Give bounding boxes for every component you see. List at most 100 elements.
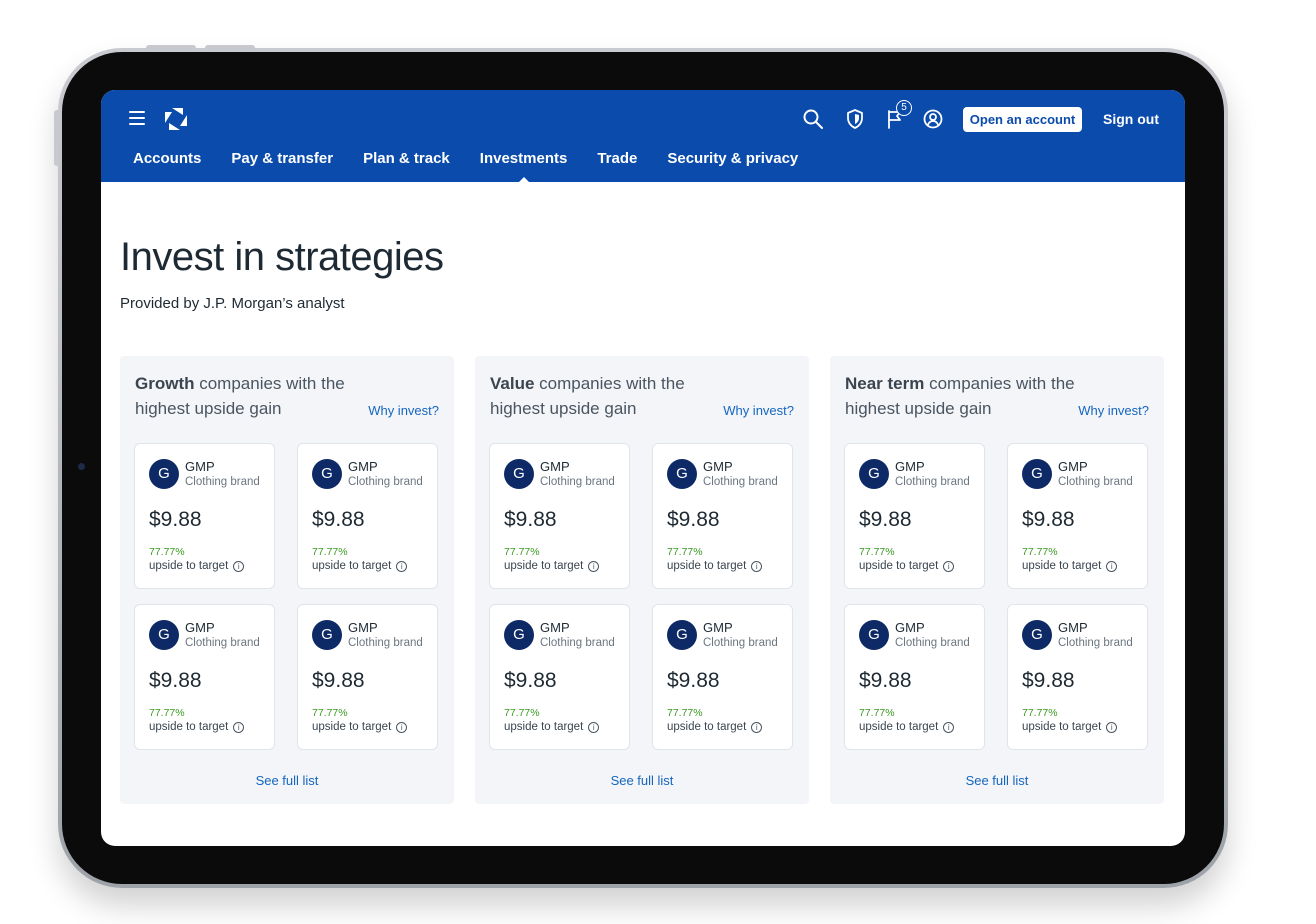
page-subtitle: Provided by J.P. Morgan’s analyst <box>120 295 345 312</box>
panel-heading: Growth companies with the highest upside… <box>135 371 365 421</box>
company-sector: Clothing brand <box>1058 637 1133 649</box>
stock-card[interactable]: G GMP Clothing brand $9.88 77.77% upside… <box>844 443 985 589</box>
company-sector: Clothing brand <box>1058 476 1133 488</box>
ticker-symbol: GMP <box>895 620 925 635</box>
bank-logo-icon[interactable] <box>164 107 188 131</box>
upside-percent: 77.77% <box>504 707 540 719</box>
upside-percent: 77.77% <box>859 546 895 558</box>
upside-label: upside to target <box>667 721 747 733</box>
upside-percent: 77.77% <box>149 707 185 719</box>
stock-card[interactable]: G GMP Clothing brand $9.88 77.77% upside… <box>844 604 985 750</box>
stock-price: $9.88 <box>504 669 557 692</box>
stock-card[interactable]: G GMP Clothing brand $9.88 77.77% upside… <box>1007 443 1148 589</box>
ticker-symbol: GMP <box>1058 620 1088 635</box>
stock-card[interactable]: G GMP Clothing brand $9.88 77.77% upside… <box>134 604 275 750</box>
stock-card[interactable]: G GMP Clothing brand $9.88 77.77% upside… <box>652 604 793 750</box>
stock-card[interactable]: G GMP Clothing brand $9.88 77.77% upside… <box>652 443 793 589</box>
hamburger-icon[interactable] <box>129 111 145 125</box>
stock-price: $9.88 <box>312 508 365 531</box>
stock-price: $9.88 <box>859 669 912 692</box>
ticker-symbol: GMP <box>348 459 378 474</box>
panel-heading: Value companies with the highest upside … <box>490 371 720 421</box>
upside-percent: 77.77% <box>859 707 895 719</box>
upside-label: upside to target <box>1022 721 1102 733</box>
company-sector: Clothing brand <box>185 637 260 649</box>
stock-price: $9.88 <box>667 508 720 531</box>
stock-card[interactable]: G GMP Clothing brand $9.88 77.77% upside… <box>297 604 438 750</box>
stock-price: $9.88 <box>667 669 720 692</box>
tablet-volume-button <box>146 45 196 50</box>
profile-icon[interactable] <box>921 107 945 131</box>
upside-label: upside to target <box>859 721 939 733</box>
stock-card[interactable]: G GMP Clothing brand $9.88 77.77% upside… <box>489 604 630 750</box>
company-sector: Clothing brand <box>703 476 778 488</box>
company-sector: Clothing brand <box>703 637 778 649</box>
upside-label-row: upside to target i <box>149 721 245 733</box>
open-account-button[interactable]: Open an account <box>963 107 1082 132</box>
upside-label-row: upside to target i <box>859 721 955 733</box>
shield-icon[interactable] <box>843 107 867 131</box>
top-navigation-bar: 5 Open an account Sign out Accounts Pay … <box>101 90 1185 182</box>
see-full-list-link[interactable]: See full list <box>120 773 454 788</box>
panel-heading-strong: Value <box>490 374 535 393</box>
stock-card[interactable]: G GMP Clothing brand $9.88 77.77% upside… <box>489 443 630 589</box>
company-avatar: G <box>312 620 342 650</box>
info-icon[interactable]: i <box>233 722 245 733</box>
company-avatar: G <box>149 459 179 489</box>
company-avatar: G <box>1022 459 1052 489</box>
company-sector: Clothing brand <box>895 476 970 488</box>
nav-accounts[interactable]: Accounts <box>133 150 201 172</box>
info-icon[interactable]: i <box>1106 722 1118 733</box>
upside-label-row: upside to target i <box>312 721 408 733</box>
upside-label: upside to target <box>859 560 939 572</box>
ticker-symbol: GMP <box>895 459 925 474</box>
upside-percent: 77.77% <box>504 546 540 558</box>
upside-label: upside to target <box>504 560 584 572</box>
page-title: Invest in strategies <box>120 235 444 279</box>
stock-card[interactable]: G GMP Clothing brand $9.88 77.77% upside… <box>1007 604 1148 750</box>
stock-price: $9.88 <box>149 508 202 531</box>
search-icon[interactable] <box>801 107 825 131</box>
panel-heading-strong: Near term <box>845 374 925 393</box>
ticker-symbol: GMP <box>348 620 378 635</box>
nav-security-privacy[interactable]: Security & privacy <box>667 150 798 172</box>
ticker-symbol: GMP <box>1058 459 1088 474</box>
info-icon[interactable]: i <box>1106 561 1118 572</box>
info-icon[interactable]: i <box>751 722 763 733</box>
nav-investments[interactable]: Investments <box>480 150 568 172</box>
stock-price: $9.88 <box>1022 508 1075 531</box>
panel-heading: Near term companies with the highest ups… <box>845 371 1075 421</box>
nav-trade[interactable]: Trade <box>597 150 637 172</box>
ticker-symbol: GMP <box>185 459 215 474</box>
upside-label: upside to target <box>504 721 584 733</box>
company-sector: Clothing brand <box>348 637 423 649</box>
company-avatar: G <box>1022 620 1052 650</box>
info-icon[interactable]: i <box>396 561 408 572</box>
upside-percent: 77.77% <box>667 546 703 558</box>
info-icon[interactable]: i <box>588 722 600 733</box>
strategy-panel-growth: Growth companies with the highest upside… <box>120 356 454 804</box>
stock-price: $9.88 <box>312 669 365 692</box>
company-sector: Clothing brand <box>540 637 615 649</box>
why-invest-link[interactable]: Why invest? <box>723 403 794 418</box>
info-icon[interactable]: i <box>588 561 600 572</box>
why-invest-link[interactable]: Why invest? <box>368 403 439 418</box>
why-invest-link[interactable]: Why invest? <box>1078 403 1149 418</box>
ticker-symbol: GMP <box>185 620 215 635</box>
info-icon[interactable]: i <box>751 561 763 572</box>
main-nav: Accounts Pay & transfer Plan & track Inv… <box>133 150 828 172</box>
see-full-list-link[interactable]: See full list <box>475 773 809 788</box>
stock-price: $9.88 <box>504 508 557 531</box>
info-icon[interactable]: i <box>396 722 408 733</box>
nav-plan-track[interactable]: Plan & track <box>363 150 450 172</box>
stock-card[interactable]: G GMP Clothing brand $9.88 77.77% upside… <box>297 443 438 589</box>
upside-percent: 77.77% <box>312 707 348 719</box>
info-icon[interactable]: i <box>233 561 245 572</box>
nav-pay-transfer[interactable]: Pay & transfer <box>231 150 333 172</box>
info-icon[interactable]: i <box>943 561 955 572</box>
stock-card[interactable]: G GMP Clothing brand $9.88 77.77% upside… <box>134 443 275 589</box>
sign-out-link[interactable]: Sign out <box>1103 111 1159 127</box>
see-full-list-link[interactable]: See full list <box>830 773 1164 788</box>
info-icon[interactable]: i <box>943 722 955 733</box>
company-avatar: G <box>859 459 889 489</box>
